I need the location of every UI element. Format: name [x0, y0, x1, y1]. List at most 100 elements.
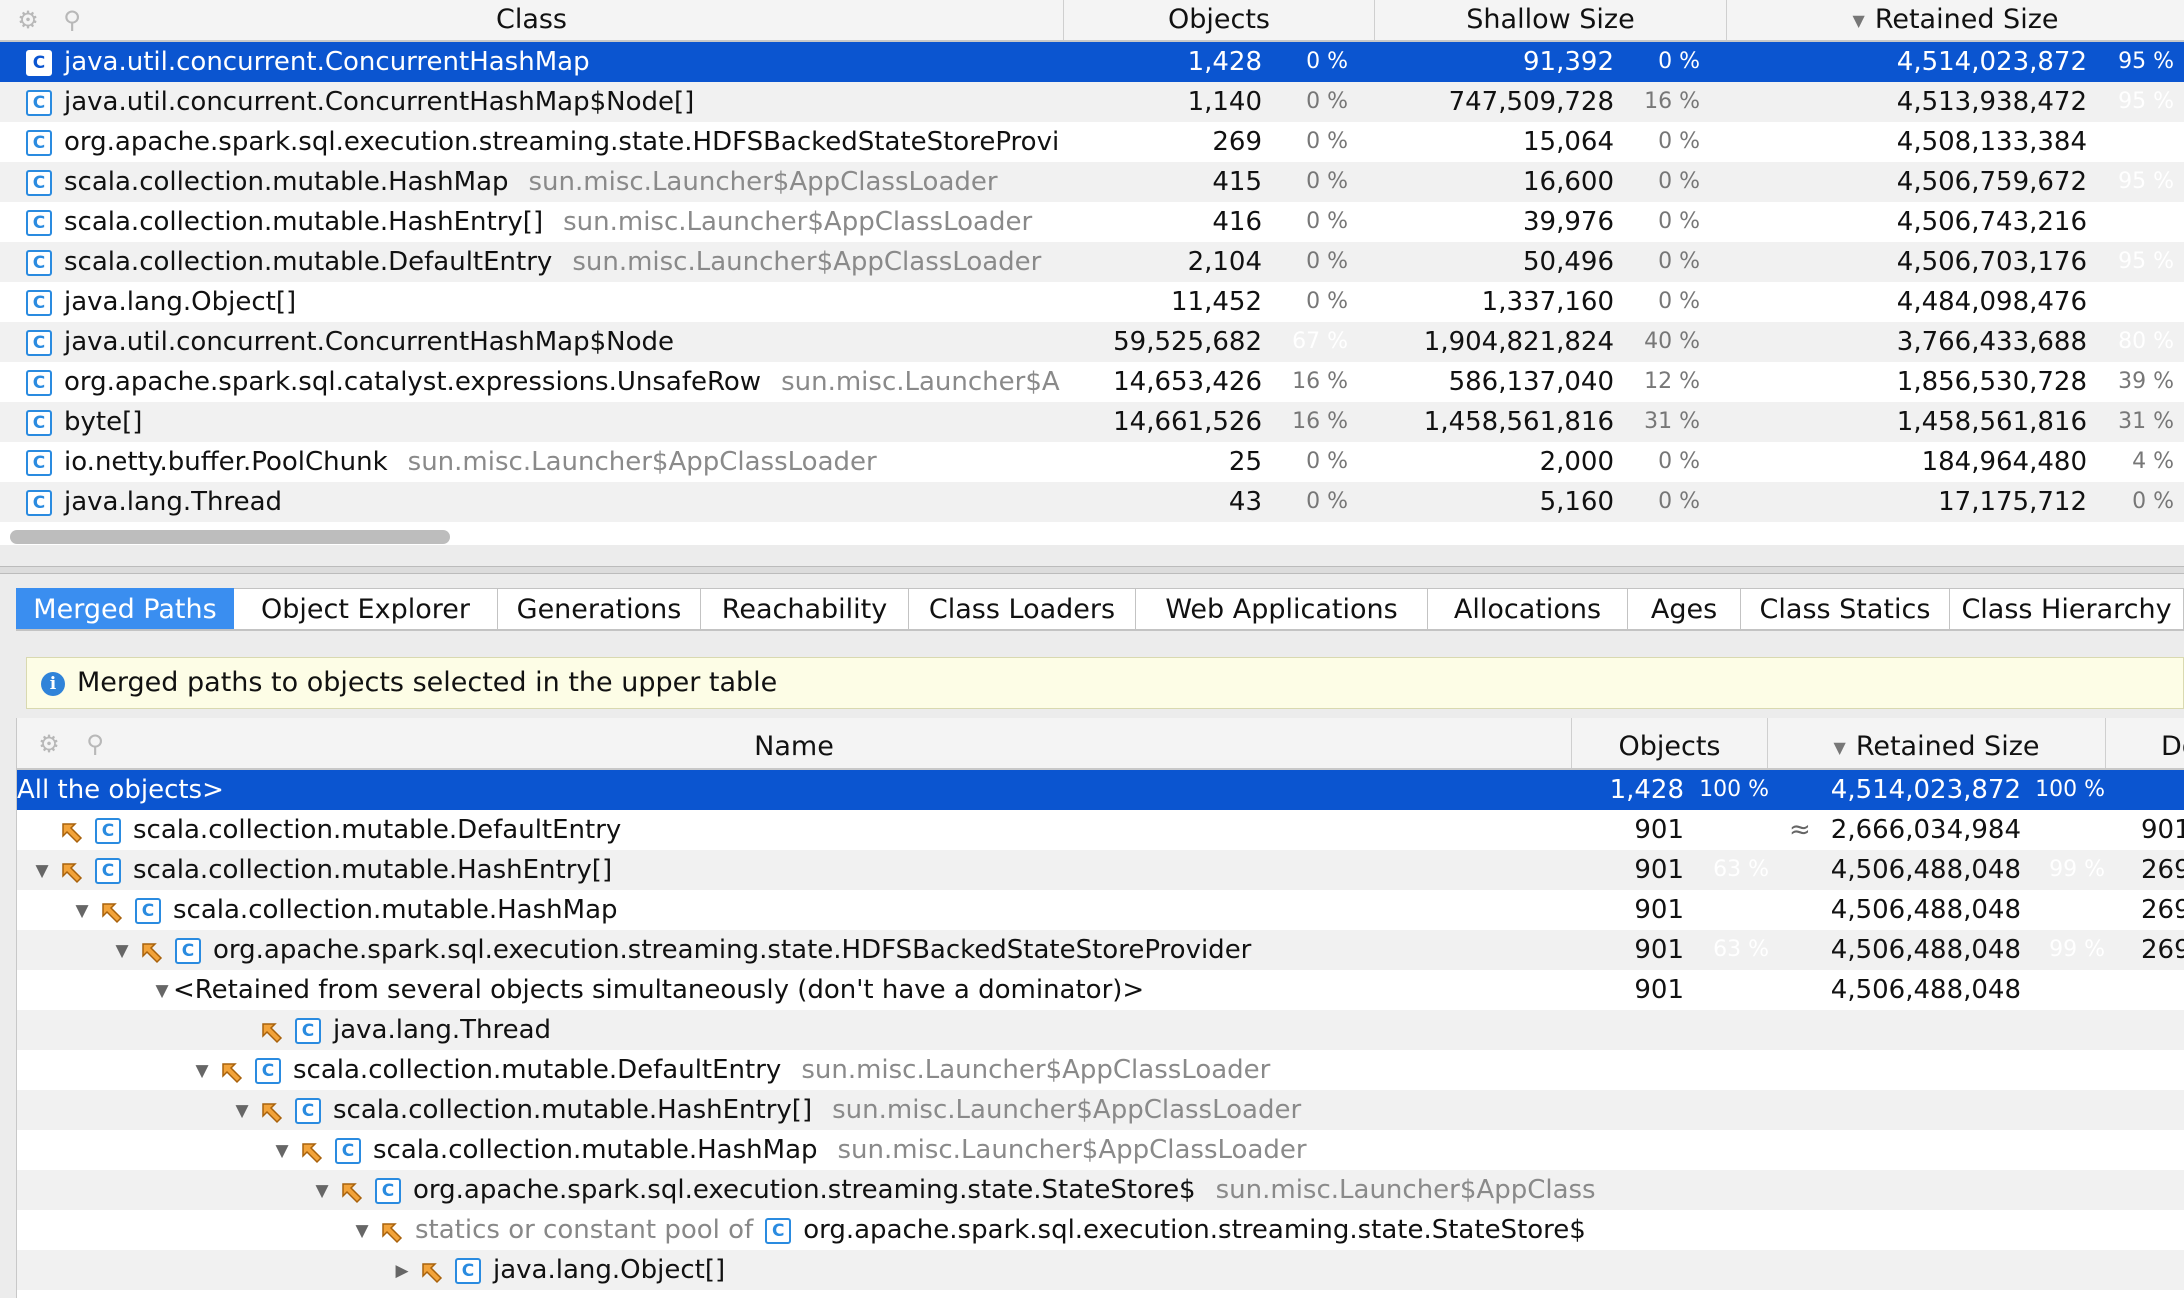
- collapse-arrow-icon[interactable]: ▼: [111, 931, 133, 971]
- table-row[interactable]: Cjava.lang.Object[] 11,452 0 % 1,337,160 0 %…: [0, 282, 2184, 322]
- table-row[interactable]: Cbyte[] 14,661,526 16 % 1,458,561,816 31 % 1,…: [0, 402, 2184, 442]
- objects-percent-label: 63 %: [1713, 977, 1769, 1002]
- path-node-name: All the objects>: [17, 775, 224, 805]
- table-row[interactable]: Cjava.util.concurrent.ConcurrentHashMap$…: [0, 82, 2184, 122]
- collapse-arrow-icon[interactable]: ▼: [311, 1171, 333, 1211]
- objects-count: 14,661,526: [1113, 407, 1262, 437]
- info-icon: i: [41, 671, 65, 696]
- tree-row[interactable]: ▶ Cjava.lang.Object[]: [17, 1250, 2184, 1290]
- retained-percent: 95 %: [2098, 282, 2178, 322]
- tree-row[interactable]: ▼ Corg.apache.spark.sql.execution.streami…: [17, 930, 2184, 970]
- column-header-retained-size[interactable]: ▼ Retained Size: [1768, 718, 2106, 768]
- class-loader-name: sun.misc.Launcher$AppClass: [1215, 1175, 1596, 1205]
- table-row[interactable]: Cscala.collection.mutable.DefaultEntry su…: [0, 242, 2184, 282]
- tab-class-statics[interactable]: Class Statics: [1741, 588, 1950, 630]
- tree-row[interactable]: All the objects> 1,428 100 % 4,514,023,872 1…: [17, 770, 2184, 810]
- reference-arrow-icon: [99, 898, 125, 924]
- tab-class-loaders[interactable]: Class Loaders: [909, 588, 1136, 630]
- column-header-retained-size[interactable]: ▼ Retained Size: [1727, 0, 2184, 40]
- column-header-objects[interactable]: Objects: [1572, 718, 1768, 768]
- dominator-count: 269: [2141, 855, 2184, 885]
- class-icon: C: [26, 209, 52, 236]
- tab-generations[interactable]: Generations: [498, 588, 701, 630]
- merged-paths-tree-table[interactable]: ⚙ ⚲ Name Objects ▼Retained Size Do All t…: [16, 718, 2184, 1298]
- objects-count: 43: [1228, 487, 1262, 517]
- tree-row[interactable]: ▼ Cscala.collection.mutable.HashMap sun.mi…: [17, 1130, 2184, 1170]
- scrollbar-thumb[interactable]: [10, 530, 450, 544]
- collapse-arrow-icon[interactable]: ▼: [271, 1131, 293, 1171]
- collapse-arrow-icon[interactable]: ▼: [351, 1211, 373, 1251]
- tree-row[interactable]: Cjava.lang.Thread: [17, 1010, 2184, 1050]
- table-row[interactable]: Cio.netty.buffer.PoolChunk sun.misc.Launc…: [0, 442, 2184, 482]
- column-header-objects[interactable]: Objects: [1064, 0, 1375, 40]
- shallow-size: 50,496: [1523, 247, 1614, 277]
- objects-count: 416: [1212, 207, 1262, 237]
- tab-web-applications[interactable]: Web Applications: [1136, 588, 1428, 630]
- shallow-size: 15,064: [1523, 127, 1614, 157]
- tree-row[interactable]: Cscala.collection.mutable.DefaultEntry 90…: [17, 810, 2184, 850]
- class-loader-name: sun.misc.Launcher$AppClassLoader: [801, 1055, 1271, 1085]
- collapse-arrow-icon[interactable]: ▼: [151, 971, 173, 1011]
- collapse-arrow-icon[interactable]: ▼: [231, 1091, 253, 1131]
- tree-row[interactable]: ▼ <Retained from several objects simultan…: [17, 970, 2184, 1010]
- retained-percent: 95 %: [2098, 162, 2178, 202]
- path-node-name: scala.collection.mutable.HashMap: [373, 1135, 818, 1165]
- class-icon: C: [295, 1097, 321, 1124]
- retained-percent: 99 %: [2027, 970, 2109, 1010]
- objects-count: 1,428: [1609, 775, 1684, 805]
- table-row[interactable]: Cscala.collection.mutable.HashMap sun.mis…: [0, 162, 2184, 202]
- class-icon: C: [26, 329, 52, 356]
- objects-percent: 0 %: [1290, 122, 1352, 162]
- column-header-name[interactable]: Name: [17, 718, 1572, 768]
- reference-arrow-icon: [339, 1178, 365, 1204]
- collapse-arrow-icon[interactable]: ▼: [31, 851, 53, 891]
- upper-class-table[interactable]: ⚙ ⚲ Class Objects Shallow Size ▼ Retained…: [0, 0, 2184, 545]
- tab-class-hierarchy[interactable]: Class Hierarchy: [1950, 588, 2184, 630]
- table-row[interactable]: Cscala.collection.mutable.HashEntry[] sun…: [0, 202, 2184, 242]
- table-row[interactable]: Cjava.util.concurrent.ConcurrentHashMap 1…: [0, 42, 2184, 82]
- tab-object-explorer[interactable]: Object Explorer: [234, 588, 498, 630]
- shallow-percent-label: 0 %: [1658, 249, 1700, 274]
- tree-row[interactable]: ▼ Corg.apache.spark.sql.execution.streami…: [17, 1170, 2184, 1210]
- collapse-arrow-icon[interactable]: ▼: [191, 1051, 213, 1091]
- tab-reachability[interactable]: Reachability: [701, 588, 909, 630]
- table-row[interactable]: Cjava.util.concurrent.ConcurrentHashMap$…: [0, 322, 2184, 362]
- path-name-cell: ▼ statics or constant pool of Corg.apache.…: [17, 1210, 1906, 1250]
- table-row[interactable]: Cjava.lang.Thread 43 0 % 5,160 0 % 17,175,712…: [0, 482, 2184, 522]
- retained-percent: 59 %: [2027, 810, 2109, 850]
- tree-row[interactable]: ▼ Cscala.collection.mutable.HashMap 901 63 …: [17, 890, 2184, 930]
- tab-ages[interactable]: Ages: [1628, 588, 1741, 630]
- objects-percent: 0 %: [1290, 442, 1352, 482]
- tab-allocations[interactable]: Allocations: [1428, 588, 1628, 630]
- objects-percent: 0 %: [1290, 482, 1352, 522]
- objects-percent-label: 16 %: [1292, 369, 1348, 394]
- class-cell: Cio.netty.buffer.PoolChunk sun.misc.Launc…: [26, 442, 1060, 482]
- objects-percent-label: 0 %: [1306, 289, 1348, 314]
- panel-splitter[interactable]: [0, 566, 2184, 574]
- tree-row[interactable]: ▼ Cscala.collection.mutable.HashEntry[] 90…: [17, 850, 2184, 890]
- column-header-class[interactable]: Class: [0, 0, 1064, 40]
- objects-percent: 100 %: [1691, 770, 1773, 810]
- reference-arrow-icon: [219, 1058, 245, 1084]
- table-row[interactable]: Corg.apache.spark.sql.execution.streamin…: [0, 122, 2184, 162]
- path-node-name: org.apache.spark.sql.execution.streaming…: [803, 1215, 1586, 1245]
- retained-size: 184,964,480: [1921, 447, 2087, 477]
- collapse-arrow-icon[interactable]: ▼: [71, 891, 93, 931]
- retained-percent-label: 95 %: [2118, 169, 2174, 194]
- objects-count: 901: [1634, 975, 1684, 1005]
- horizontal-scrollbar[interactable]: [0, 530, 2184, 545]
- tree-row[interactable]: ▼ statics or constant pool of Corg.apache.…: [17, 1210, 2184, 1250]
- retained-percent: 95 %: [2098, 242, 2178, 282]
- table-row[interactable]: Corg.apache.spark.sql.catalyst.expressio…: [0, 362, 2184, 402]
- objects-count: 2,104: [1187, 247, 1262, 277]
- tab-merged-paths[interactable]: Merged Paths: [16, 588, 234, 630]
- tree-row[interactable]: ▼ Cscala.collection.mutable.HashEntry[] su…: [17, 1090, 2184, 1130]
- tree-row[interactable]: ▼ Cscala.collection.mutable.DefaultEntry s…: [17, 1050, 2184, 1090]
- class-icon: C: [95, 817, 121, 844]
- column-header-shallow-size[interactable]: Shallow Size: [1375, 0, 1727, 40]
- shallow-size: 16,600: [1523, 167, 1614, 197]
- class-cell: Cbyte[]: [26, 402, 1060, 442]
- expand-arrow-icon[interactable]: ▶: [391, 1251, 413, 1291]
- class-loader-name: sun.misc.Launcher$AppClassLoader: [407, 447, 877, 477]
- column-header-dominators[interactable]: Do: [2106, 718, 2184, 768]
